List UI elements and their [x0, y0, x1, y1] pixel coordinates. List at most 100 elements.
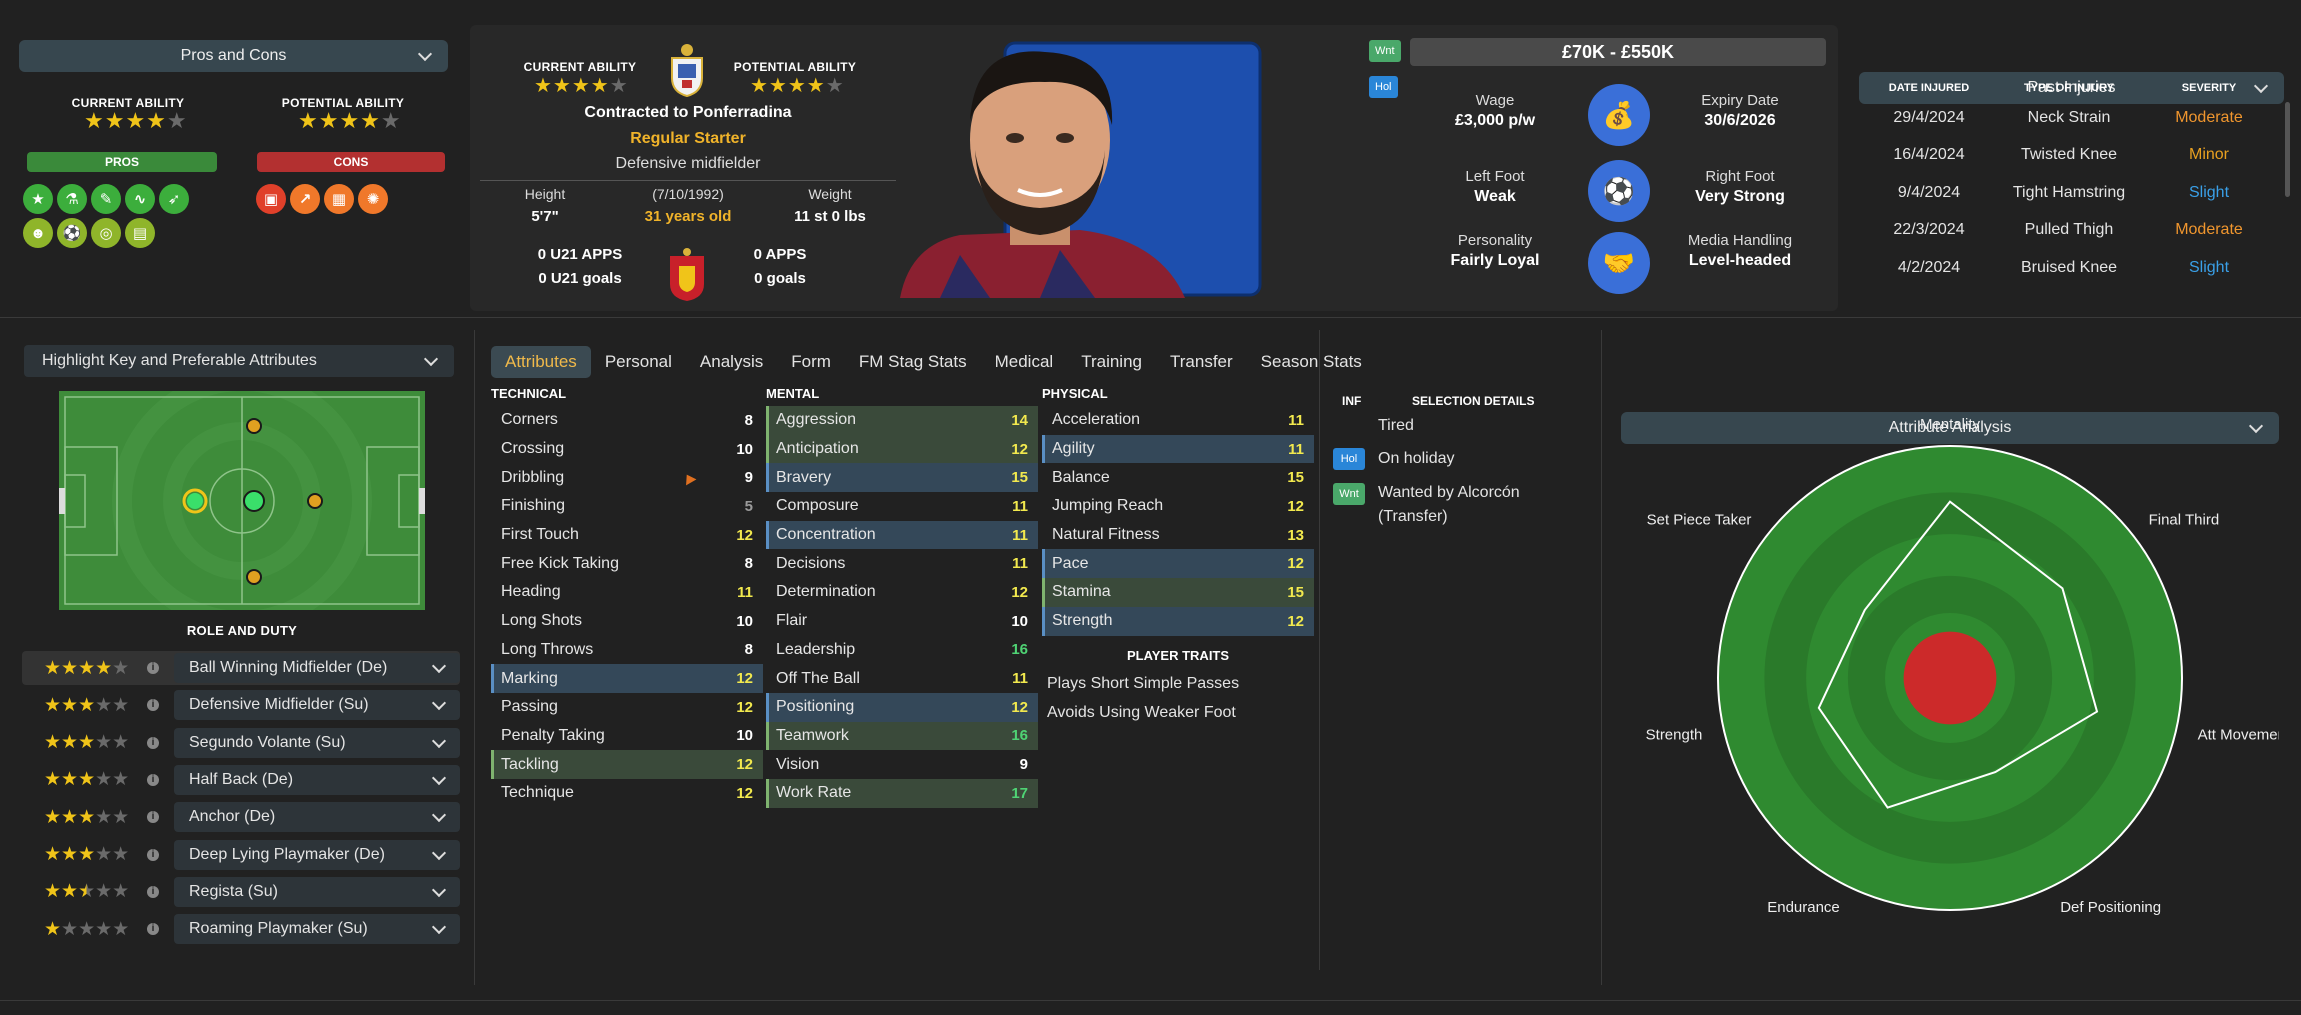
- attribute-row[interactable]: Stamina 15: [1042, 578, 1314, 607]
- info-icon[interactable]: i: [147, 848, 159, 861]
- media-value: Level-headed: [1688, 252, 1792, 269]
- info-icon[interactable]: i: [147, 923, 159, 936]
- tab-form[interactable]: Form: [777, 346, 845, 378]
- role-select[interactable]: Segundo Volante (Su): [174, 727, 460, 758]
- injury-row[interactable]: 4/2/2024 Bruised Knee Slight: [1859, 249, 2279, 287]
- attribute-row[interactable]: Dribbling 9: [491, 463, 763, 492]
- attribute-row[interactable]: Teamwork 16: [766, 721, 1038, 751]
- info-icon[interactable]: i: [147, 736, 159, 749]
- card-icon[interactable]: ▣: [256, 184, 286, 214]
- role-select[interactable]: Half Back (De): [174, 764, 460, 795]
- injury-row[interactable]: 22/3/2024 Pulled Thigh Moderate: [1859, 212, 2279, 250]
- role-select[interactable]: Defensive Midfielder (Su): [174, 690, 460, 721]
- attribute-value: 10: [736, 440, 753, 458]
- role-row[interactable]: ★★★★★ i Defensive Midfielder (Su): [22, 688, 460, 722]
- attribute-row[interactable]: Agility 11: [1042, 434, 1314, 464]
- attribute-row[interactable]: Long Throws 8: [491, 636, 763, 665]
- clipboard-icon[interactable]: ▤: [125, 218, 155, 248]
- attribute-row[interactable]: Positioning 12: [766, 692, 1038, 722]
- pulse-icon[interactable]: ∿: [125, 184, 155, 214]
- info-icon[interactable]: i: [147, 662, 159, 674]
- attribute-row[interactable]: Vision 9: [766, 750, 1038, 779]
- syringe-icon[interactable]: ✎: [91, 184, 121, 214]
- whistle-icon[interactable]: ✺: [358, 184, 388, 214]
- wanted-badge[interactable]: Wnt: [1369, 40, 1401, 62]
- role-select[interactable]: Anchor (De): [174, 802, 460, 833]
- highlight-dropdown[interactable]: Highlight Key and Preferable Attributes: [24, 345, 454, 377]
- attribute-name: Heading: [501, 583, 561, 601]
- attribute-row[interactable]: Anticipation 12: [766, 434, 1038, 464]
- tab-fm-stag-stats[interactable]: FM Stag Stats: [845, 346, 981, 378]
- injuries-scrollbar[interactable]: [2285, 102, 2290, 197]
- attribute-row[interactable]: Passing 12: [491, 693, 763, 722]
- ball-icon[interactable]: ⚽: [57, 218, 87, 248]
- tab-transfer[interactable]: Transfer: [1156, 346, 1247, 378]
- boot-icon[interactable]: ➶: [159, 184, 189, 214]
- injury-row[interactable]: 9/4/2024 Tight Hamstring Slight: [1859, 174, 2279, 212]
- role-select[interactable]: Roaming Playmaker (Su): [174, 914, 460, 945]
- attribute-row[interactable]: Strength 12: [1042, 606, 1314, 636]
- pros-header: PROS: [27, 152, 217, 172]
- role-select[interactable]: Regista (Su): [174, 876, 460, 907]
- attribute-row[interactable]: Heading 11: [491, 578, 763, 607]
- star-icon[interactable]: ★: [23, 184, 53, 214]
- pitch-positions[interactable]: [59, 371, 425, 631]
- attribute-row[interactable]: Crossing 10: [491, 435, 763, 464]
- attribute-row[interactable]: Balance 15: [1042, 463, 1314, 492]
- attribute-row[interactable]: Jumping Reach 12: [1042, 492, 1314, 521]
- flask-icon[interactable]: ⚗: [57, 184, 87, 214]
- tab-personal[interactable]: Personal: [591, 346, 686, 378]
- target-icon[interactable]: ◎: [91, 218, 121, 248]
- attribute-row[interactable]: First Touch 12: [491, 521, 763, 550]
- injury-row[interactable]: 29/4/2024 Neck Strain Moderate: [1859, 99, 2279, 137]
- trend-icon[interactable]: ↗: [290, 184, 320, 214]
- attribute-row[interactable]: Work Rate 17: [766, 778, 1038, 808]
- tab-analysis[interactable]: Analysis: [686, 346, 777, 378]
- attribute-row[interactable]: Leadership 16: [766, 636, 1038, 665]
- injuries-list[interactable]: 29/4/2024 Neck Strain Moderate 16/4/2024 Twi…: [1859, 99, 2279, 302]
- tab-training[interactable]: Training: [1067, 346, 1156, 378]
- role-row[interactable]: ★★★★★ i Segundo Volante (Su): [22, 726, 460, 760]
- attribute-row[interactable]: Flair 10: [766, 607, 1038, 636]
- info-icon[interactable]: i: [147, 699, 159, 712]
- attribute-row[interactable]: Bravery 15: [766, 463, 1038, 493]
- holiday-badge[interactable]: Hol: [1369, 76, 1398, 98]
- role-row[interactable]: ★★★★★ i Half Back (De): [22, 763, 460, 797]
- pros-cons-dropdown[interactable]: Pros and Cons: [19, 40, 448, 72]
- attribute-row[interactable]: Pace 12: [1042, 549, 1314, 579]
- attribute-row[interactable]: Concentration 11: [766, 520, 1038, 550]
- attribute-row[interactable]: Natural Fitness 13: [1042, 521, 1314, 550]
- role-row[interactable]: ★★★★★ i Roaming Playmaker (Su): [22, 912, 460, 946]
- attribute-row[interactable]: Free Kick Taking 8: [491, 549, 763, 578]
- attribute-row[interactable]: Long Shots 10: [491, 607, 763, 636]
- role-select[interactable]: Ball Winning Midfielder (De): [174, 653, 460, 683]
- attribute-row[interactable]: Technique 12: [491, 779, 763, 808]
- info-icon[interactable]: i: [147, 811, 159, 824]
- injury-row[interactable]: 16/4/2024 Twisted Knee Minor: [1859, 137, 2279, 175]
- attribute-row[interactable]: Penalty Taking 10: [491, 722, 763, 751]
- document-icon[interactable]: ▦: [324, 184, 354, 214]
- attribute-row[interactable]: Composure 11: [766, 492, 1038, 521]
- tab-season-stats[interactable]: Season Stats: [1247, 346, 1376, 378]
- head-icon[interactable]: ☻: [23, 218, 53, 248]
- attribute-row[interactable]: Off The Ball 11: [766, 664, 1038, 693]
- role-row[interactable]: ★★★★★ i Anchor (De): [22, 800, 460, 834]
- role-row[interactable]: ★★★★★ i Ball Winning Midfielder (De): [22, 651, 460, 685]
- attribute-row[interactable]: Tackling 12: [491, 750, 763, 779]
- role-row[interactable]: ★★★★★ i Deep Lying Playmaker (De): [22, 838, 460, 872]
- chevron-down-icon: [432, 848, 446, 862]
- info-icon[interactable]: i: [147, 885, 159, 898]
- attribute-row[interactable]: Determination 12: [766, 578, 1038, 607]
- attribute-row[interactable]: Decisions 11: [766, 549, 1038, 578]
- radar-label: Mentality: [1920, 416, 1981, 433]
- tab-attributes[interactable]: Attributes: [491, 346, 591, 378]
- attribute-row[interactable]: Aggression 14: [766, 406, 1038, 435]
- info-icon[interactable]: i: [147, 773, 159, 786]
- attribute-row[interactable]: Corners 8: [491, 406, 763, 435]
- role-select[interactable]: Deep Lying Playmaker (De): [174, 839, 460, 870]
- attribute-row[interactable]: Marking 12: [491, 664, 763, 693]
- role-row[interactable]: ★★★★★ i Regista (Su): [22, 875, 460, 909]
- tab-medical[interactable]: Medical: [981, 346, 1068, 378]
- attribute-row[interactable]: Finishing 5: [491, 492, 763, 521]
- attribute-row[interactable]: Acceleration 11: [1042, 406, 1314, 435]
